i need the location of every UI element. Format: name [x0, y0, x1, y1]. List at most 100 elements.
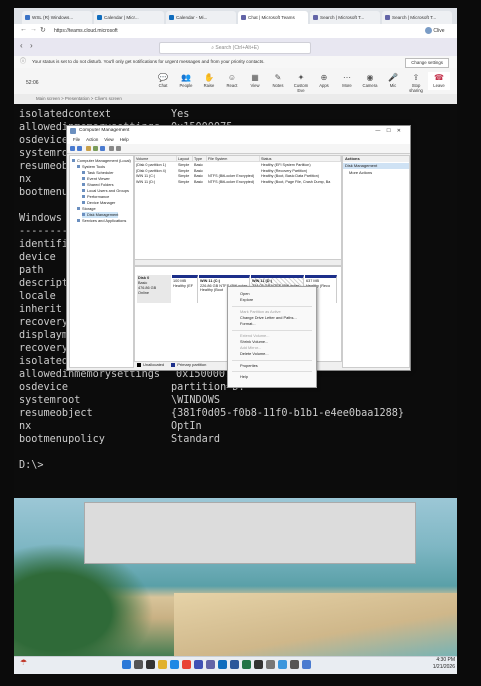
meeting-chat-button[interactable]: 💬 Chat — [152, 72, 174, 90]
partition-block[interactable]: 100 MB Healthy (EF — [172, 275, 198, 303]
word-icon[interactable] — [230, 660, 239, 669]
calc-icon[interactable] — [290, 660, 299, 669]
forward-icon[interactable]: → — [30, 26, 37, 33]
column-header[interactable]: File System — [207, 156, 260, 162]
wallpaper-beach — [174, 593, 457, 658]
table-cell: Basic — [194, 179, 204, 184]
table-cell: NTFS (BitLocker Encrypted) — [208, 179, 255, 184]
weather-icon[interactable]: ☂ — [20, 658, 30, 670]
menu-view[interactable]: View — [104, 137, 113, 142]
browser-tab[interactable]: Calendar | Micr... — [94, 11, 164, 24]
reload-icon[interactable]: ↻ — [40, 26, 46, 34]
console-line: bootmenu — [19, 187, 69, 198]
volume-list-scrollbar[interactable] — [134, 259, 342, 266]
legend-unallocated: Unallocated — [143, 362, 165, 367]
meeting-leave-button[interactable]: ☎ Leave — [428, 72, 450, 90]
legend-primary: Primary partition — [177, 362, 207, 367]
meeting-view-button[interactable]: ▦ View — [244, 72, 266, 90]
console-line: isolated — [19, 356, 69, 367]
up-icon[interactable] — [86, 146, 91, 151]
context-menu-item[interactable]: Properties — [240, 363, 258, 368]
meeting-notes-button[interactable]: ✎ Notes — [267, 72, 289, 90]
context-menu-item[interactable]: Open — [240, 291, 250, 296]
menu-file[interactable]: File — [73, 137, 80, 142]
cm-titlebar[interactable]: Computer Management —☐✕ — [67, 126, 410, 136]
url-text[interactable]: https://teams.cloud.microsoft — [54, 27, 264, 35]
view-icon: ▦ — [251, 73, 259, 82]
tool-label: Leave — [433, 83, 445, 88]
table-cell: WIN 11 (D:) — [136, 179, 156, 184]
column-header[interactable]: Layout — [177, 156, 193, 162]
column-header[interactable]: Volume — [135, 156, 177, 162]
tab-favicon-icon — [25, 15, 30, 20]
change-settings-button[interactable]: Change settings — [405, 58, 449, 68]
tool-label: Camera — [362, 83, 378, 88]
edge-icon[interactable] — [170, 660, 179, 669]
column-header[interactable]: Type — [193, 156, 207, 162]
more-icon: ⋯ — [343, 73, 351, 82]
console-line: device — [19, 252, 56, 263]
meeting-stop-sharing-button[interactable]: ⇪ Stop sharing — [405, 72, 427, 93]
context-menu-item[interactable]: Change Drive Letter and Paths... — [240, 315, 297, 320]
photos-icon[interactable] — [278, 660, 287, 669]
meeting-more-button[interactable]: ⋯ More — [336, 72, 358, 90]
excel-icon[interactable] — [242, 660, 251, 669]
console-line: recovery — [19, 343, 69, 354]
browser-tab[interactable]: Search | Microsoft T... — [382, 11, 452, 24]
window-controls[interactable]: —☐✕ — [375, 126, 407, 136]
column-header[interactable]: Status — [260, 156, 341, 162]
menu-action[interactable]: Action — [86, 137, 98, 142]
forward-nav-icon[interactable]: › — [30, 41, 33, 50]
terminal-icon[interactable] — [254, 660, 263, 669]
context-menu-item[interactable]: Delete Volume... — [240, 351, 269, 356]
meeting-apps-button[interactable]: ⊕ Apps — [313, 72, 335, 90]
taskbar-clock[interactable]: 4:30 PM 1/21/2026 — [419, 657, 455, 673]
menu-help[interactable]: Help — [120, 137, 129, 142]
meeting-raise-button[interactable]: ✋ Raise — [198, 72, 220, 90]
outlook-icon[interactable] — [218, 660, 227, 669]
help-icon[interactable] — [100, 146, 105, 151]
browser-tab[interactable]: Search | Microsoft T... — [310, 11, 380, 24]
explorer-icon[interactable] — [158, 660, 167, 669]
react-icon: ☺ — [227, 73, 237, 82]
teams-icon[interactable] — [206, 660, 215, 669]
taskview-icon[interactable] — [146, 660, 155, 669]
meeting-people-button[interactable]: 👥 People — [175, 72, 197, 90]
settings-icon[interactable] — [266, 660, 275, 669]
store-icon[interactable] — [194, 660, 203, 669]
mgmt-icon[interactable] — [302, 660, 311, 669]
search-icon[interactable] — [134, 660, 143, 669]
actions-disk-management[interactable]: Disk Management — [343, 163, 409, 169]
tree-item[interactable]: Services and Applications — [77, 218, 126, 224]
meeting-camera-button[interactable]: ◉ Camera — [359, 72, 381, 90]
meeting-custom-eve-button[interactable]: ✦ Custom Eve — [290, 72, 312, 93]
context-menu-item[interactable]: Shrink Volume... — [240, 339, 268, 344]
forward-icon[interactable] — [77, 146, 82, 151]
meeting-mic-button[interactable]: 🎤 Mic — [382, 72, 404, 90]
context-menu-item[interactable]: Format... — [240, 321, 256, 326]
start-icon[interactable] — [122, 660, 131, 669]
tree-item-label: Shared Folders — [87, 182, 114, 187]
console-line: resumeobject — [19, 408, 93, 419]
dnd-notice-text: Your status is set to do not disturb. Yo… — [32, 59, 265, 64]
back-icon[interactable]: ← — [20, 26, 27, 33]
context-menu-item[interactable]: Explore — [240, 297, 253, 302]
profile-button[interactable]: Clive — [425, 26, 455, 36]
browser-tab[interactable]: Chat | Microsoft Teams — [238, 11, 308, 24]
teams-search-input[interactable]: ⌕ Search (Ctrl+Alt+E) — [159, 42, 311, 54]
back-icon[interactable] — [70, 146, 75, 151]
meeting-react-button[interactable]: ☺ React — [221, 72, 243, 90]
back-nav-icon[interactable]: ‹ — [20, 41, 23, 50]
console-icon[interactable] — [109, 146, 114, 151]
browser-tab[interactable]: Calendar - Mi... — [166, 11, 236, 24]
menu-separator — [232, 359, 312, 361]
browser-tab[interactable]: WSL (R) Windows... — [22, 11, 92, 24]
refresh-icon[interactable] — [116, 146, 121, 151]
chrome-icon[interactable] — [182, 660, 191, 669]
partition-status: Healthy (EF — [173, 283, 194, 288]
properties-icon[interactable] — [93, 146, 98, 151]
actions-more[interactable]: More Actions — [349, 170, 372, 176]
context-menu-item[interactable]: Help — [240, 374, 248, 379]
table-row[interactable]: WIN 11 (D:) Simple Basic NTFS (BitLocker En… — [135, 180, 341, 186]
disk-0-info[interactable]: Disk 0 Basic 476.86 GB Online — [137, 275, 171, 303]
